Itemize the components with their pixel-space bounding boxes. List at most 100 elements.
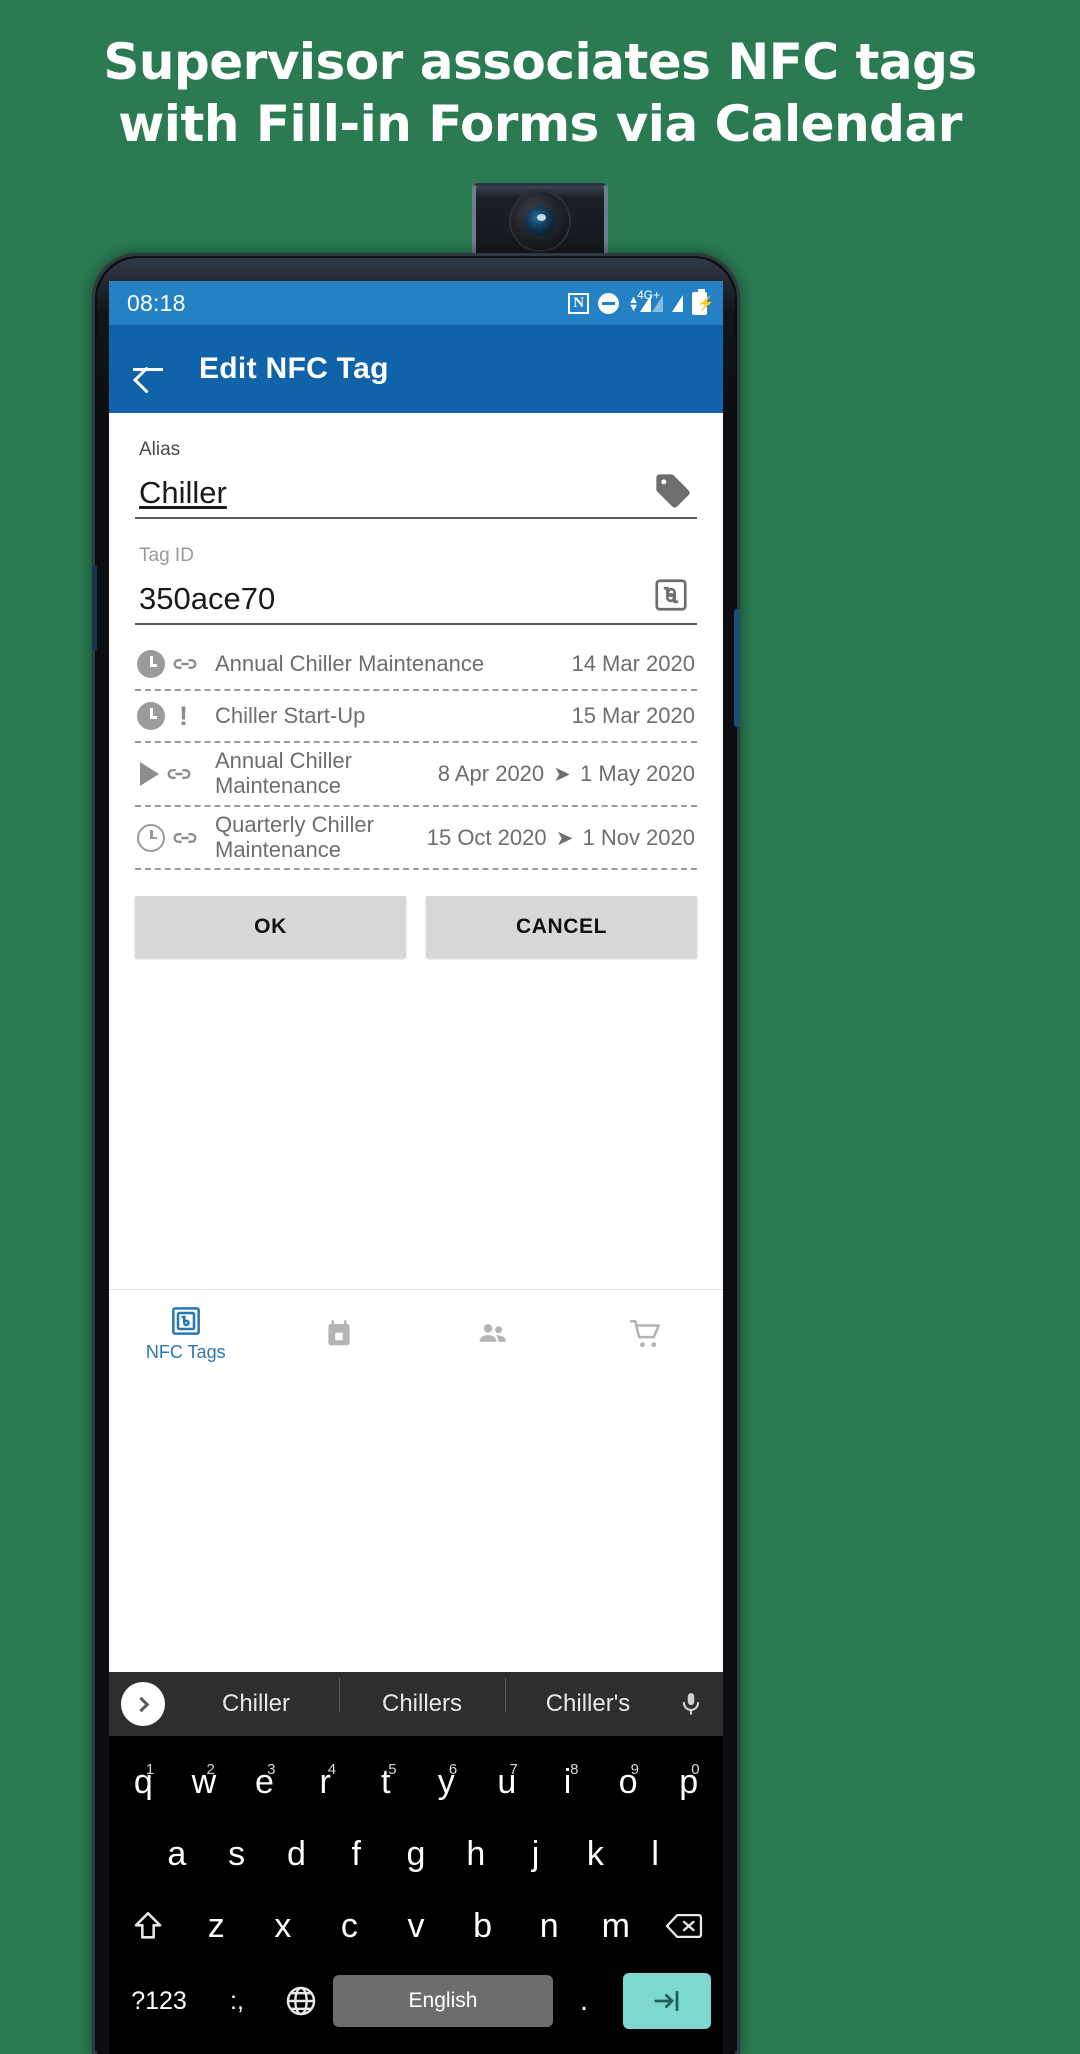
linked-events-list: Annual Chiller Maintenance 14 Mar 2020 !… [135, 639, 697, 871]
dialog-actions: OK CANCEL [135, 896, 697, 959]
phone-screen: 08:18 N ▲ ▼ 4G+ ⚡ Edit NFC Tag Alias Chi… [109, 281, 723, 2054]
key-n[interactable]: n [516, 1907, 583, 1946]
keyboard-row-1: 1q 2w 3e 4r 5t 6y 7u 8i 9o 0p [113, 1746, 719, 1818]
key-h[interactable]: h [446, 1835, 506, 1874]
keyboard-row-2: a s d f g h j k l [113, 1818, 719, 1890]
date-range-arrow-icon: ➤ [553, 762, 571, 786]
key-i[interactable]: 8i [537, 1761, 598, 1802]
key-t[interactable]: 5t [355, 1761, 416, 1802]
microphone-icon[interactable] [671, 1691, 711, 1717]
shift-icon[interactable] [113, 1909, 183, 1943]
chevron-right-icon[interactable] [121, 1682, 165, 1726]
headline-line-2: with Fill-in Forms via Calendar [118, 94, 962, 153]
backspace-icon[interactable] [649, 1911, 719, 1941]
tagid-row[interactable]: 350ace70 [135, 573, 697, 625]
space-label: English [333, 1975, 553, 2027]
nav-item-calendar[interactable] [263, 1317, 417, 1351]
key-y[interactable]: 6y [416, 1761, 477, 1802]
key-j[interactable]: j [506, 1835, 566, 1874]
suggestion-strip: Chiller Chillers Chiller's [109, 1672, 723, 1736]
clock-filled-icon [137, 650, 165, 678]
key-q[interactable]: 1q [113, 1761, 174, 1802]
key-p[interactable]: 0p [658, 1761, 719, 1802]
date-range-arrow-icon: ➤ [555, 826, 574, 850]
alias-row[interactable]: Chiller [135, 467, 697, 519]
event-date-start: 15 Mar 2020 [571, 703, 695, 728]
key-w[interactable]: 2w [174, 1761, 235, 1802]
key-o[interactable]: 9o [598, 1761, 659, 1802]
key-z[interactable]: z [183, 1907, 250, 1946]
key-m[interactable]: m [582, 1907, 649, 1946]
event-title: Quarterly Chiller Maintenance [215, 811, 374, 862]
clock-filled-icon [137, 702, 165, 730]
key-g[interactable]: g [386, 1835, 446, 1874]
tag-icon[interactable] [653, 471, 693, 511]
clock-outline-icon [137, 823, 165, 852]
app-bar-title: Edit NFC Tag [199, 352, 389, 385]
power-button[interactable] [734, 609, 740, 727]
event-dates: 14 Mar 2020 [571, 651, 695, 677]
status-icons: N ▲ ▼ 4G+ ⚡ [568, 288, 714, 315]
volume-button[interactable] [92, 565, 97, 651]
bottom-navigation: NFC Tags [109, 1289, 723, 1377]
period-key[interactable]: . [553, 1984, 615, 2018]
nfc-square-icon[interactable] [653, 577, 693, 617]
keyboard-row-4: ?123 :, English . [113, 1962, 719, 2040]
phone-frame: 08:18 N ▲ ▼ 4G+ ⚡ Edit NFC Tag Alias Chi… [92, 253, 740, 2054]
nav-item-nfc-tags[interactable]: NFC Tags [109, 1304, 263, 1363]
camera-lens-icon [511, 191, 569, 250]
tagid-field-group: Tag ID 350ace70 [135, 519, 697, 625]
key-v[interactable]: v [383, 1907, 450, 1946]
alias-input[interactable]: Chiller [139, 475, 227, 511]
symbols-key[interactable]: ?123 [113, 1987, 205, 2016]
screenshot-root: Supervisor associates NFC tags with Fill… [0, 0, 1080, 2054]
soft-keyboard: Chiller Chillers Chiller's 1q 2w 3 e 4 r… [109, 1672, 723, 2054]
event-dates: 8 Apr 2020 ➤ 1 May 2020 [438, 761, 695, 787]
key-r[interactable]: 4r [295, 1761, 356, 1802]
suggestion-1[interactable]: Chiller [173, 1690, 339, 1718]
nfc-square-icon [169, 1304, 203, 1338]
key-a[interactable]: a [147, 1835, 207, 1874]
emoji-key[interactable]: :, [205, 1987, 269, 2016]
keyboard-row-3: z x c v b n m [113, 1890, 719, 1962]
event-date-start: 8 Apr 2020 [437, 760, 545, 786]
event-dates: 15 Mar 2020 [571, 703, 695, 729]
event-date-start: 14 Mar 2020 [571, 651, 695, 676]
people-icon [476, 1317, 510, 1351]
table-row[interactable]: Quarterly Chiller Maintenance 15 Oct 202… [135, 807, 697, 871]
table-row[interactable]: Annual Chiller Maintenance 14 Mar 2020 [135, 639, 697, 691]
key-s[interactable]: s [207, 1835, 267, 1874]
nav-item-people[interactable] [416, 1317, 570, 1351]
status-time: 08:18 [127, 289, 186, 316]
alias-label: Alias [139, 439, 181, 460]
suggestion-3[interactable]: Chiller's [505, 1678, 671, 1718]
back-arrow-icon[interactable] [131, 352, 165, 386]
enter-tab-icon[interactable] [615, 1973, 719, 2029]
key-b[interactable]: b [449, 1907, 516, 1946]
ok-button[interactable]: OK [135, 896, 406, 959]
key-e[interactable]: 3e [234, 1761, 295, 1802]
alias-field-group: Alias Chiller [135, 413, 697, 519]
key-u[interactable]: 7u [477, 1761, 538, 1802]
key-d[interactable]: d [267, 1835, 327, 1874]
form-content: Alias Chiller Tag ID 350ace70 Annual Chi… [109, 413, 723, 959]
cart-icon [629, 1317, 663, 1351]
table-row[interactable]: ! Chiller Start-Up 15 Mar 2020 [135, 691, 697, 743]
key-x[interactable]: x [250, 1907, 317, 1946]
key-c[interactable]: c [316, 1907, 383, 1946]
event-dates: 15 Oct 2020 ➤ 1 Nov 2020 [427, 825, 695, 851]
table-row[interactable]: Annual Chiller Maintenance 8 Apr 2020 ➤ … [135, 743, 697, 807]
globe-icon[interactable] [269, 1984, 333, 2018]
suggestion-2[interactable]: Chillers [339, 1678, 505, 1718]
cancel-button[interactable]: CANCEL [426, 896, 697, 959]
tagid-input[interactable]: 350ace70 [139, 581, 275, 617]
key-l[interactable]: l [625, 1835, 685, 1874]
nav-item-cart[interactable] [570, 1317, 724, 1351]
key-k[interactable]: k [565, 1835, 625, 1874]
event-date-start: 15 Oct 2020 [426, 824, 547, 850]
key-f[interactable]: f [326, 1835, 386, 1874]
exclamation-icon: ! [179, 700, 188, 731]
headline-line-1: Supervisor associates NFC tags [103, 33, 977, 91]
event-date-end: 1 May 2020 [580, 760, 695, 786]
space-key[interactable]: English [333, 1975, 553, 2027]
